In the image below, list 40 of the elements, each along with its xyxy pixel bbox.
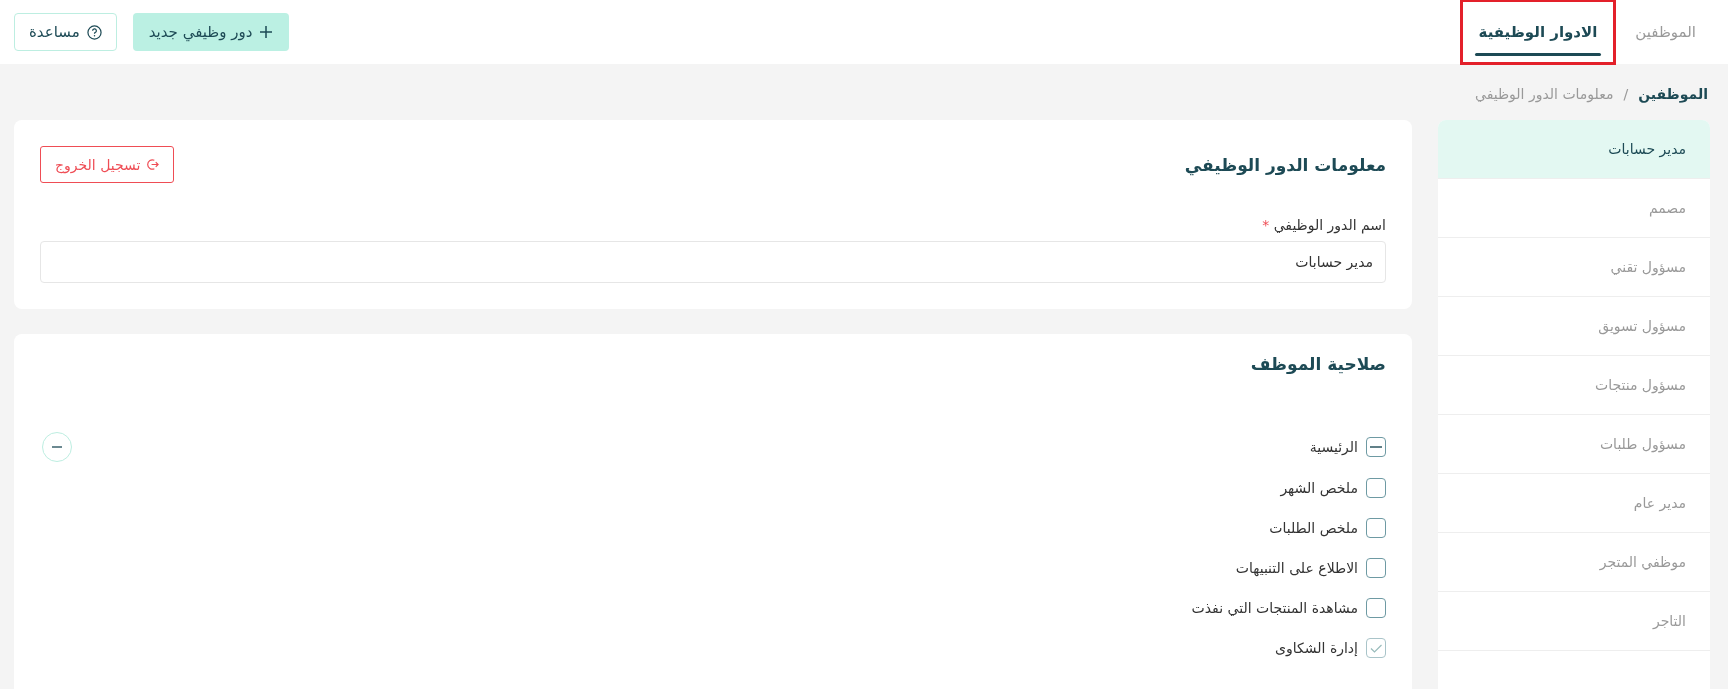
- logout-button[interactable]: تسجيل الخروج: [40, 146, 175, 183]
- role-item[interactable]: مصمم: [1438, 179, 1710, 238]
- checkbox[interactable]: [1366, 478, 1386, 498]
- checkbox[interactable]: [1366, 437, 1386, 457]
- checkbox[interactable]: [1366, 518, 1386, 538]
- checkbox-label: مشاهدة المنتجات التي نفذت: [1191, 600, 1358, 616]
- role-item[interactable]: التاجر: [1438, 592, 1710, 651]
- role-item[interactable]: مدير عام: [1438, 474, 1710, 533]
- breadcrumb-separator: /: [1623, 86, 1629, 104]
- breadcrumb-item: معلومات الدور الوظيفي: [1475, 86, 1614, 105]
- breadcrumb-item[interactable]: الموظفين: [1638, 86, 1708, 106]
- role-item[interactable]: مسؤول تقني: [1438, 238, 1710, 297]
- checkbox[interactable]: [1366, 558, 1386, 578]
- role-item[interactable]: موظفي المتجر: [1438, 533, 1710, 592]
- logout-icon: [146, 158, 160, 171]
- checkbox-label: ملخص الطلبات: [1269, 520, 1358, 536]
- role-item[interactable]: مسؤول منتجات: [1438, 356, 1710, 415]
- role-name-field[interactable]: مدير حسابات: [40, 241, 1386, 283]
- required-mark: *: [1262, 217, 1270, 233]
- checkbox-label: الاطلاع على التنبيهات: [1235, 560, 1358, 576]
- collapse-button[interactable]: [42, 432, 72, 462]
- checkbox[interactable]: [1366, 598, 1386, 618]
- nav-tab[interactable]: الادوار الوظيفية: [1462, 2, 1614, 62]
- plus-icon: [259, 25, 274, 39]
- checkbox-label: الرئيسية: [1309, 439, 1358, 455]
- help-icon: [86, 24, 102, 40]
- check-icon: [1370, 643, 1382, 653]
- field-label: اسم الدور الوظيفي: [1273, 217, 1386, 233]
- nav-tab[interactable]: الموظفين: [1625, 10, 1706, 54]
- card-title: معلومات الدور الوظيفي: [1184, 154, 1386, 175]
- help-button[interactable]: مساعدة: [14, 13, 117, 51]
- minus-icon: [1370, 446, 1382, 448]
- new-role-button[interactable]: دور وظيفي جديد: [132, 13, 290, 51]
- checkbox[interactable]: [1366, 638, 1386, 658]
- role-item[interactable]: مدير حسابات: [1438, 120, 1710, 179]
- checkbox-label: ملخص الشهر: [1280, 480, 1358, 496]
- card-title: صلاحية الموظف: [1249, 354, 1386, 374]
- role-item[interactable]: مسؤول طلبات: [1438, 415, 1710, 474]
- role-item[interactable]: مسؤول تسويق: [1438, 297, 1710, 356]
- checkbox-label: إدارة الشكاوى: [1275, 640, 1358, 656]
